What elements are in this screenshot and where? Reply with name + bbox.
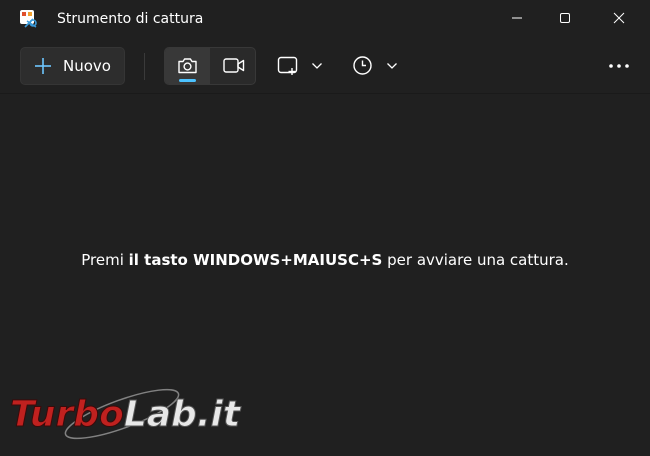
watermark-text-lab: Lab.it	[124, 394, 242, 435]
maximize-icon	[560, 13, 570, 23]
snipping-tool-icon	[20, 10, 37, 28]
minimize-icon	[512, 17, 522, 19]
watermark-text-turbo: Turbo	[10, 394, 124, 435]
delay-timer-dropdown[interactable]	[345, 47, 407, 85]
hint-prefix: Premi	[81, 251, 129, 269]
camera-icon	[178, 58, 197, 74]
capture-mode-toggle	[164, 47, 256, 85]
minimize-button[interactable]	[494, 0, 540, 36]
plus-icon	[35, 58, 51, 74]
close-icon	[613, 12, 625, 24]
video-camera-icon	[223, 58, 245, 73]
toolbar: Nuovo	[0, 38, 650, 94]
selected-mode-indicator	[179, 79, 196, 82]
new-snip-label: Nuovo	[63, 57, 111, 75]
title-bar[interactable]: Strumento di cattura	[0, 0, 650, 38]
hint-suffix: per avviare una cattura.	[382, 251, 569, 269]
capture-hint: Premi il tasto WINDOWS+MAIUSC+S per avvi…	[0, 250, 650, 270]
snip-shape-dropdown[interactable]	[270, 47, 332, 85]
hint-shortcut: il tasto WINDOWS+MAIUSC+S	[128, 251, 383, 269]
chevron-down-icon	[387, 63, 397, 69]
svg-text:TurboLab.it: TurboLab.it	[10, 394, 242, 435]
more-options-button[interactable]	[601, 47, 637, 85]
clock-icon	[353, 56, 372, 75]
toolbar-separator	[144, 53, 145, 80]
screenshot-mode-button[interactable]	[165, 48, 210, 84]
close-button[interactable]	[596, 0, 642, 36]
more-dots-icon	[609, 64, 629, 68]
new-snip-button[interactable]: Nuovo	[20, 47, 125, 85]
maximize-button[interactable]	[542, 0, 588, 36]
rectangle-snip-icon	[277, 56, 298, 75]
video-mode-button[interactable]	[211, 48, 256, 84]
snipping-tool-window: Strumento di cattura Nuovo Premi il tast…	[0, 0, 650, 456]
turbolab-watermark-logo: TurboLab.it	[10, 388, 242, 440]
chevron-down-icon	[312, 63, 322, 69]
window-title: Strumento di cattura	[57, 11, 204, 27]
